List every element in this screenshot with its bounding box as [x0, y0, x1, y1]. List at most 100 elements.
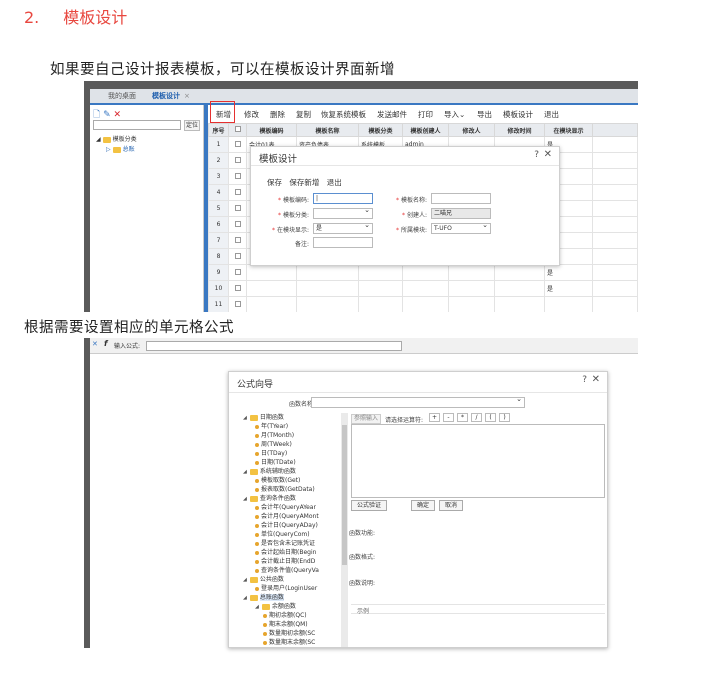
- formula-input[interactable]: [146, 341, 402, 351]
- tree-function-node[interactable]: 周(TWeek): [241, 440, 341, 449]
- tree-function-node[interactable]: 期末余额(QM): [241, 620, 341, 629]
- operator-minus-button[interactable]: -: [443, 413, 454, 422]
- cancel-icon[interactable]: ✕: [92, 340, 98, 348]
- tab-desktop[interactable]: 我的桌面: [108, 91, 136, 101]
- expand-icon[interactable]: ◢: [243, 496, 247, 502]
- tree-folder-node[interactable]: ◢ 系统辅助函数: [241, 467, 341, 476]
- delete-icon[interactable]: ✕: [114, 110, 122, 120]
- tree-folder-node[interactable]: ◢ 日期函数: [241, 413, 341, 422]
- row-checkbox[interactable]: [228, 136, 247, 153]
- tree-function-node[interactable]: 期初余额(QC): [241, 611, 341, 620]
- checkbox[interactable]: [234, 220, 241, 227]
- tree-function-node[interactable]: 会计日(QueryADay): [241, 521, 341, 530]
- tree-function-node[interactable]: 会计年(QueryAYear: [241, 503, 341, 512]
- tree-function-node[interactable]: 月(TMonth): [241, 431, 341, 440]
- checkbox[interactable]: [234, 188, 241, 195]
- tree-function-node[interactable]: 查询条件值(QueryVa: [241, 566, 341, 575]
- new-doc-icon[interactable]: 🗋: [93, 110, 100, 120]
- checkbox[interactable]: [234, 126, 241, 132]
- tree-folder-node[interactable]: ◢ 余额函数: [241, 602, 341, 611]
- validate-formula-button[interactable]: 公式验证: [351, 500, 388, 511]
- tree-function-node[interactable]: 模板取数(Get): [241, 476, 341, 485]
- import-button[interactable]: 导入⌄: [444, 109, 465, 120]
- edit-icon[interactable]: ✎: [103, 110, 111, 120]
- tree-node-ledger[interactable]: ▷ 总账: [96, 145, 137, 155]
- expand-icon[interactable]: ◢: [243, 577, 247, 583]
- row-checkbox[interactable]: [228, 184, 247, 201]
- checkbox[interactable]: [234, 156, 241, 163]
- send-email-button[interactable]: 发送邮件: [377, 109, 407, 120]
- module-select[interactable]: T-UFO: [431, 221, 491, 234]
- row-checkbox[interactable]: [228, 168, 247, 185]
- reference-input-button[interactable]: 参照输入: [351, 414, 382, 424]
- checkbox[interactable]: [234, 140, 241, 147]
- tree-function-node[interactable]: 数量期初余额(SC: [241, 629, 341, 638]
- close-icon[interactable]: ✕: [544, 149, 552, 160]
- save-and-new-button[interactable]: 保存新增: [289, 178, 319, 187]
- delete-button[interactable]: 删除: [270, 109, 285, 120]
- tab-close-icon[interactable]: ×: [184, 92, 190, 100]
- checkbox[interactable]: [234, 236, 241, 243]
- table-row[interactable]: 9是: [208, 264, 638, 281]
- tree-function-node[interactable]: 会计月(QueryAMont: [241, 512, 341, 521]
- ok-button[interactable]: 确定: [411, 500, 436, 511]
- operator-multiply-button[interactable]: *: [457, 413, 468, 422]
- expand-icon[interactable]: ◢: [243, 415, 247, 421]
- checkbox[interactable]: [234, 300, 241, 307]
- tree-function-node[interactable]: 单位(QueryCom): [241, 530, 341, 539]
- locate-button[interactable]: 定位: [184, 120, 201, 131]
- restore-template-button[interactable]: 恢复系统模板: [321, 109, 366, 120]
- help-icon[interactable]: ?: [534, 150, 539, 160]
- tree-function-node[interactable]: 年(TYear): [241, 422, 341, 431]
- export-button[interactable]: 导出: [477, 109, 492, 120]
- tree-function-node[interactable]: 会计截止日期(EndD: [241, 557, 341, 566]
- row-checkbox[interactable]: [228, 264, 247, 281]
- template-name-input[interactable]: [431, 193, 491, 204]
- tree-function-node[interactable]: 会计起始日期(Begin: [241, 548, 341, 557]
- expand-icon[interactable]: ◢: [255, 604, 259, 610]
- row-checkbox[interactable]: [228, 216, 247, 233]
- save-button[interactable]: 保存: [267, 178, 282, 187]
- row-checkbox[interactable]: [228, 296, 247, 312]
- tree-function-node[interactable]: 是否包含未记账凭证: [241, 539, 341, 548]
- tree-function-node[interactable]: 日期(TDate): [241, 458, 341, 467]
- help-icon[interactable]: ?: [582, 375, 587, 385]
- modify-button[interactable]: 修改: [244, 109, 259, 120]
- row-checkbox[interactable]: [228, 200, 247, 217]
- exit-button[interactable]: 退出: [327, 178, 342, 187]
- show-in-module-select[interactable]: 是: [313, 221, 373, 234]
- tree-function-node[interactable]: 报表取数(GetData): [241, 485, 341, 494]
- table-row[interactable]: 10 是: [208, 280, 638, 297]
- category-search-input[interactable]: [93, 120, 181, 130]
- tree-folder-node[interactable]: ◢ 查询条件函数: [241, 494, 341, 503]
- template-category-select[interactable]: [313, 206, 373, 219]
- copy-button[interactable]: 复制: [296, 109, 311, 120]
- fx-icon[interactable]: f: [104, 339, 107, 348]
- expand-icon[interactable]: ◢: [243, 469, 247, 475]
- checkbox[interactable]: [234, 204, 241, 211]
- scrollbar-thumb[interactable]: [342, 425, 347, 565]
- tree-folder-node[interactable]: ◢ 总账函数: [241, 593, 341, 602]
- cancel-button[interactable]: 取消: [439, 500, 464, 511]
- checkbox[interactable]: [234, 284, 241, 291]
- operator-plus-button[interactable]: +: [429, 413, 440, 422]
- remark-input[interactable]: [313, 237, 373, 248]
- template-code-input[interactable]: |: [313, 193, 373, 204]
- col-select[interactable]: [228, 123, 247, 137]
- operator-divide-button[interactable]: /: [471, 413, 482, 422]
- exit-button[interactable]: 退出: [544, 109, 559, 120]
- tree-scrollbar[interactable]: [341, 413, 348, 647]
- new-button[interactable]: 新增: [216, 109, 231, 120]
- row-checkbox[interactable]: [228, 152, 247, 169]
- tree-function-node[interactable]: 数量期末余额(SC: [241, 638, 341, 647]
- formula-textarea[interactable]: [351, 424, 605, 498]
- tree-node-root[interactable]: ◢ 模板分类: [96, 135, 137, 145]
- checkbox[interactable]: [234, 252, 241, 259]
- function-search-select[interactable]: [311, 395, 525, 408]
- print-button[interactable]: 打印: [418, 109, 433, 120]
- row-checkbox[interactable]: [228, 248, 247, 265]
- table-row[interactable]: 11: [208, 296, 638, 312]
- tree-function-node[interactable]: 登录用户(LoginUser: [241, 584, 341, 593]
- close-icon[interactable]: ✕: [592, 374, 600, 385]
- tree-folder-node[interactable]: ◢ 公共函数: [241, 575, 341, 584]
